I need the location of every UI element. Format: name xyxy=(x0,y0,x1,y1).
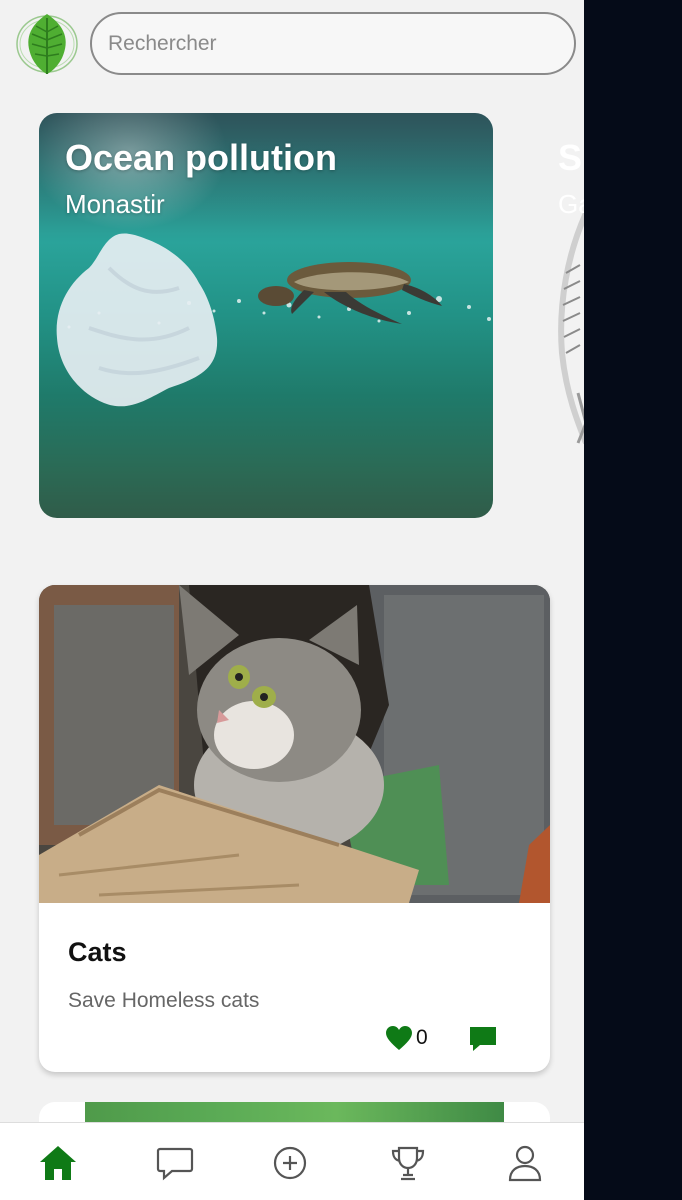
nav-add[interactable] xyxy=(268,1141,312,1185)
post-image-cat xyxy=(39,585,550,903)
post-card[interactable]: Cats Save Homeless cats 0 xyxy=(39,585,550,1072)
featured-title: Ocean pollution xyxy=(65,137,338,178)
nav-messages[interactable] xyxy=(153,1141,197,1185)
turtle-image xyxy=(258,262,442,324)
trophy-icon xyxy=(391,1146,425,1181)
comment-icon xyxy=(470,1027,496,1051)
featured-card[interactable]: Ocean pollution Monastir xyxy=(39,113,493,518)
nav-trophy[interactable] xyxy=(386,1141,430,1185)
bottom-navigation xyxy=(0,1122,584,1200)
add-circle-icon xyxy=(273,1146,307,1180)
like-count: 0 xyxy=(416,1026,428,1049)
next-featured-title: S xyxy=(558,137,583,178)
heart-icon xyxy=(386,1026,412,1050)
person-icon xyxy=(508,1145,542,1182)
like-button[interactable]: 0 xyxy=(385,1025,428,1051)
dark-side-panel xyxy=(584,0,682,1200)
plastic-bag-image xyxy=(56,233,218,407)
comment-button[interactable] xyxy=(468,1025,498,1058)
app-logo[interactable] xyxy=(14,8,80,80)
home-icon xyxy=(40,1146,76,1180)
nav-profile[interactable] xyxy=(503,1141,547,1185)
next-featured-card[interactable]: S Ga xyxy=(548,113,584,518)
featured-subtitle: Monastir xyxy=(65,189,165,219)
search-bar[interactable] xyxy=(90,12,576,75)
search-input[interactable] xyxy=(92,14,574,73)
post-title: Cats xyxy=(68,937,127,967)
fern-decoration xyxy=(558,213,584,445)
nav-home[interactable] xyxy=(36,1141,80,1185)
post-description: Save Homeless cats xyxy=(68,989,260,1012)
app-screen: Ocean pollution Monastir S Ga xyxy=(0,0,584,1200)
chat-bubble-icon xyxy=(156,1147,194,1181)
